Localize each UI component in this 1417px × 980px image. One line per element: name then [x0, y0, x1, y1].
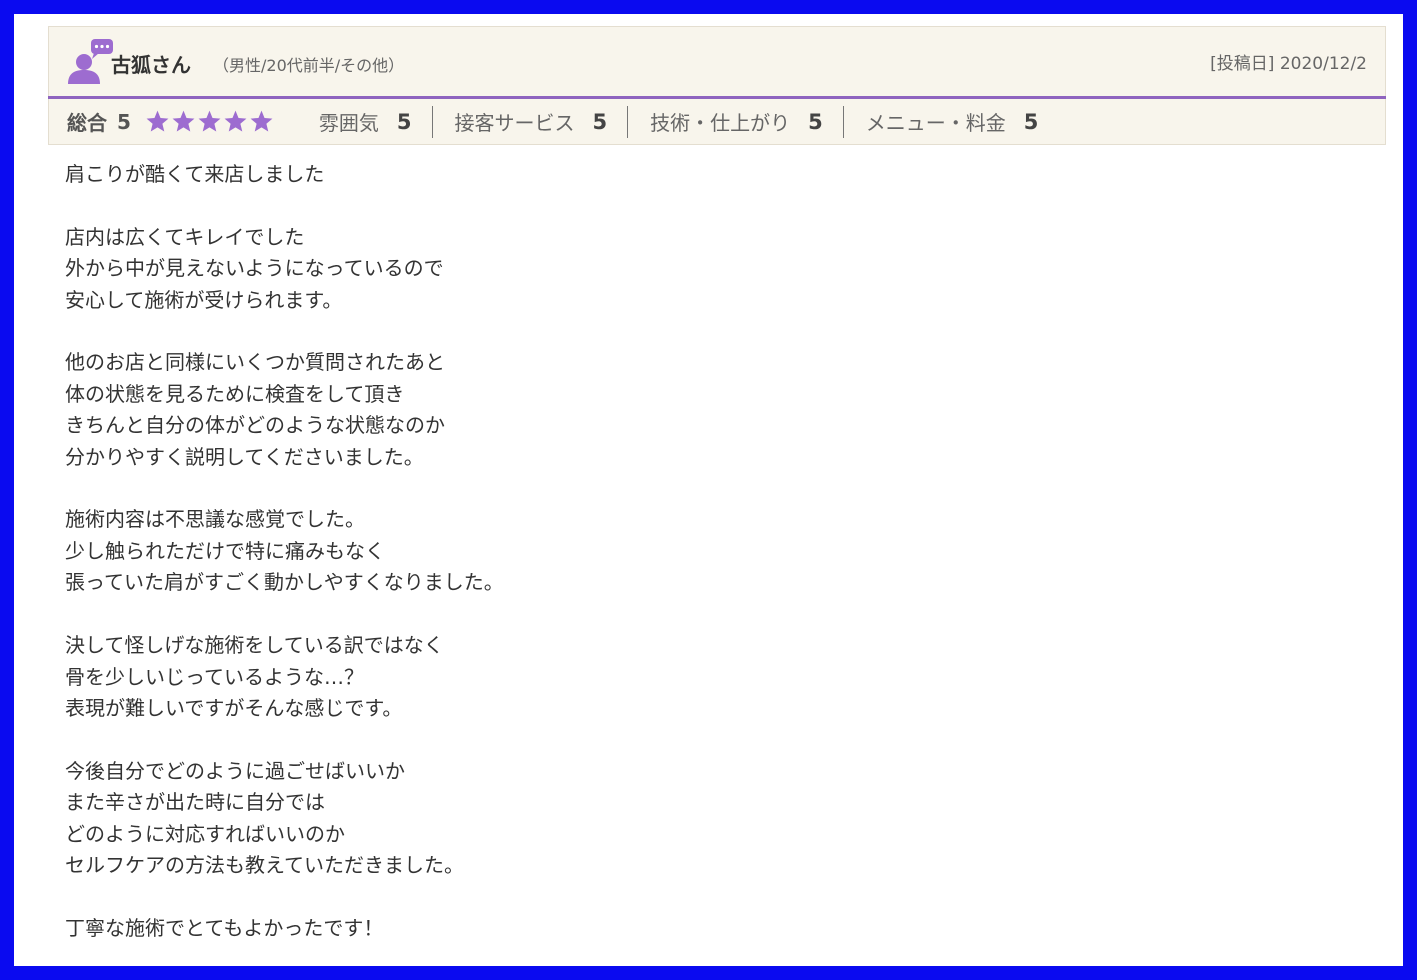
star-icon: [224, 110, 247, 132]
category-label: 技術・仕上がり: [650, 111, 791, 135]
category-score: 5: [396, 109, 412, 134]
user-speech-bubble-icon: [68, 39, 113, 84]
star-icon: [250, 110, 273, 132]
rating-category-atmosphere: 雰囲気 5: [297, 105, 433, 138]
rating-category-price: メニュー・料金 5: [844, 106, 1059, 138]
category-label: 接客サービス: [454, 111, 575, 135]
review-header: 古狐さん （男性/20代前半/その他） [投稿日] 2020/12/2: [48, 26, 1386, 97]
rating-category-service: 接客サービス 5: [433, 105, 629, 138]
review-body: 肩こりが酷くて来店しました 店内は広くてキレイでした 外から中が見えないようにな…: [65, 162, 504, 940]
post-date: [投稿日] 2020/12/2: [1210, 54, 1367, 74]
category-label: メニュー・料金: [865, 111, 1006, 135]
rating-category-technique: 技術・仕上がり 5: [628, 105, 844, 138]
star-icon: [198, 110, 221, 132]
reviewer-name: 古狐さん: [111, 53, 191, 77]
star-icon: [146, 110, 169, 132]
rating-bar: 総合 5 雰囲気 5 接客サービス 5 技術・仕上がり 5 メニュー・料金 5: [48, 99, 1386, 145]
category-label: 雰囲気: [318, 111, 379, 135]
category-score: 5: [1023, 109, 1039, 134]
overall-score: 5: [117, 109, 131, 134]
overall-label: 総合: [67, 111, 107, 135]
reviewer-meta: （男性/20代前半/その他）: [213, 56, 405, 75]
review-card: 古狐さん （男性/20代前半/その他） [投稿日] 2020/12/2 総合 5…: [14, 14, 1403, 966]
overall-rating: 総合 5: [49, 107, 275, 136]
category-score: 5: [592, 109, 608, 134]
star-rating: [145, 109, 275, 134]
star-icon: [172, 110, 195, 132]
category-score: 5: [808, 109, 823, 134]
